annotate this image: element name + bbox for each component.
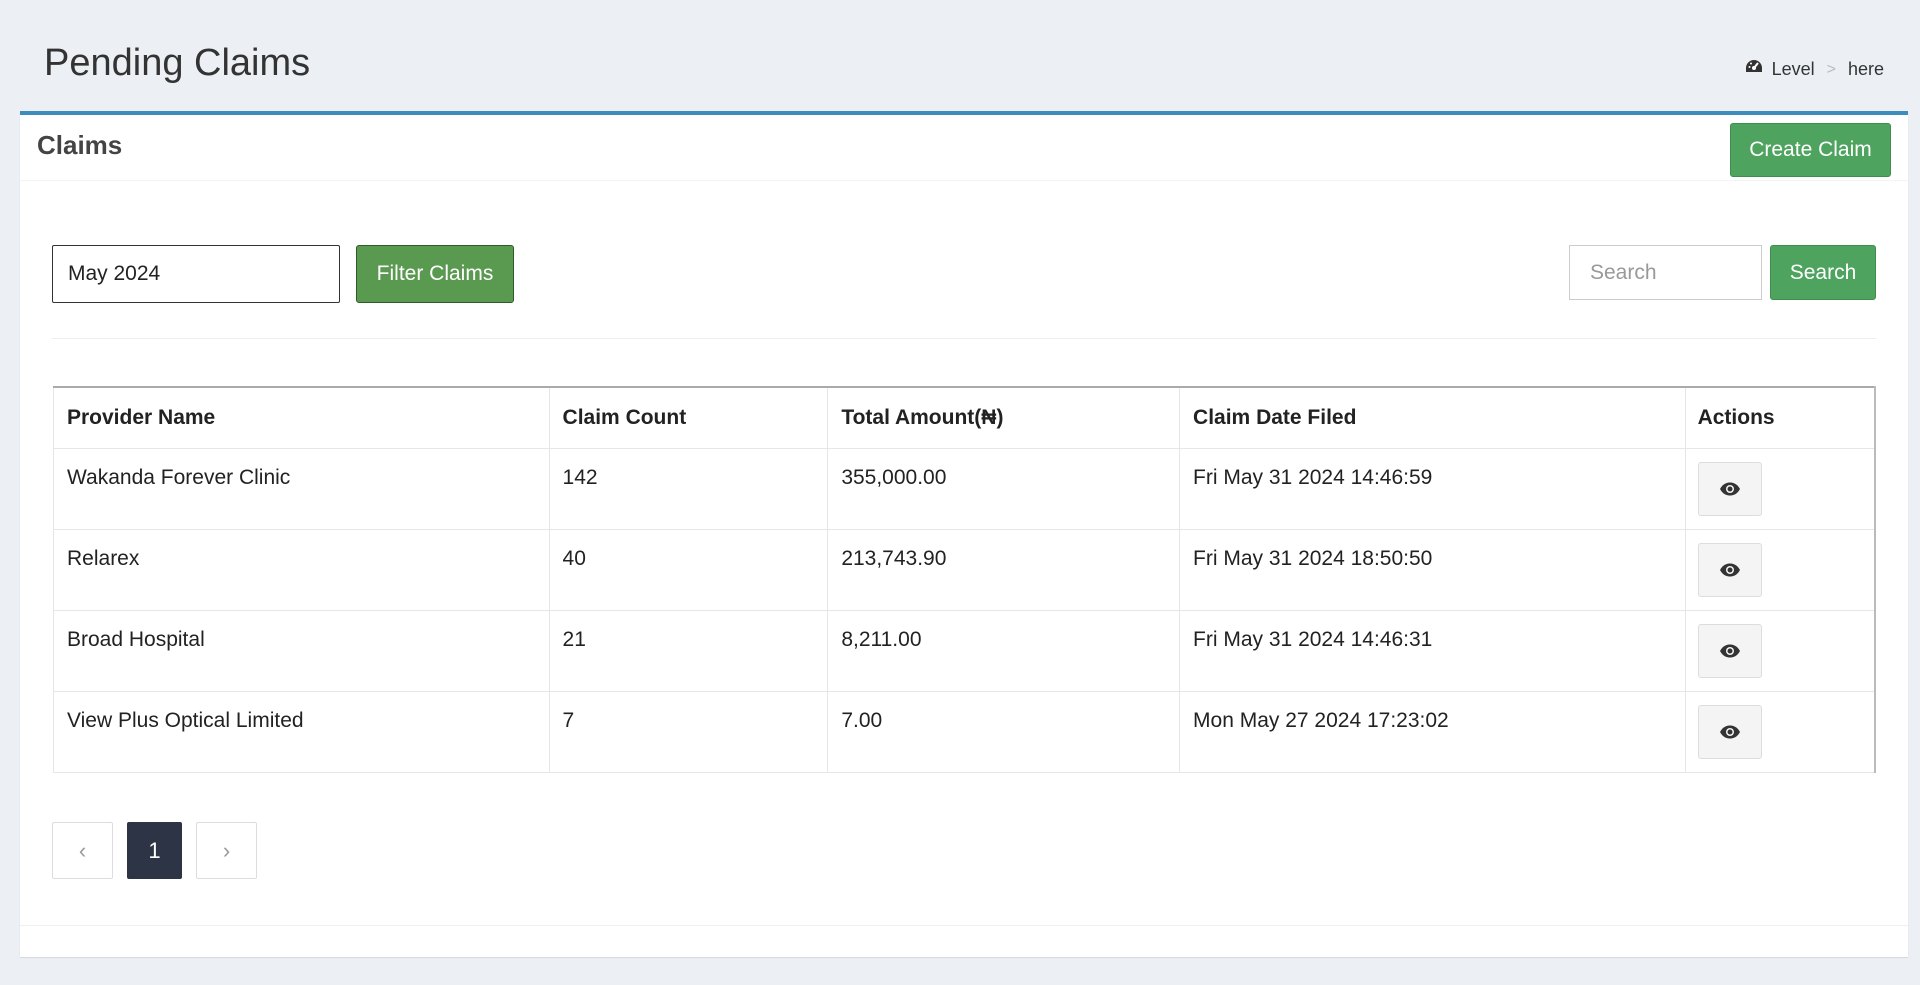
table-row: View Plus Optical Limited 7 7.00 Mon May… (53, 690, 1876, 773)
column-header-claim-count[interactable]: Claim Count (548, 386, 829, 449)
provider-name-cell: View Plus Optical Limited (53, 690, 550, 773)
view-claim-button[interactable] (1697, 461, 1762, 516)
page-1-button[interactable]: 1 (127, 822, 182, 879)
claims-box: Claims Create Claim Filter Claims Search… (20, 111, 1908, 957)
eye-icon (1719, 725, 1740, 738)
table-row: Relarex 40 213,743.90 Fri May 31 2024 18… (53, 528, 1876, 611)
column-header-claim-date[interactable]: Claim Date Filed (1179, 386, 1686, 449)
table-row: Broad Hospital 21 8,211.00 Fri May 31 20… (53, 609, 1876, 692)
claim-count-cell: 7 (548, 690, 829, 773)
provider-name-cell: Wakanda Forever Clinic (53, 447, 550, 530)
chevron-right-icon: › (222, 837, 231, 863)
claim-date-cell: Fri May 31 2024 18:50:50 (1179, 528, 1686, 611)
box-header: Claims Create Claim (20, 115, 1908, 181)
breadcrumb-separator: > (1826, 60, 1836, 78)
filter-claims-button[interactable]: Filter Claims (356, 245, 514, 303)
claim-date-cell: Fri May 31 2024 14:46:59 (1179, 447, 1686, 530)
provider-name-cell: Relarex (53, 528, 550, 611)
create-claim-button[interactable]: Create Claim (1730, 123, 1891, 177)
pagination: ‹ 1 › (52, 822, 257, 879)
actions-cell (1684, 447, 1876, 530)
actions-cell (1684, 690, 1876, 773)
dashboard-icon (1744, 58, 1764, 81)
next-page-button[interactable]: › (196, 822, 257, 879)
total-amount-cell: 7.00 (827, 690, 1181, 773)
search-input[interactable] (1569, 245, 1762, 300)
column-header-total-amount[interactable]: Total Amount(₦) (827, 386, 1181, 449)
total-amount-cell: 355,000.00 (827, 447, 1181, 530)
box-footer (20, 925, 1908, 926)
table-row: Wakanda Forever Clinic 142 355,000.00 Fr… (53, 447, 1876, 530)
breadcrumb: Level > here (1744, 58, 1884, 81)
view-claim-button[interactable] (1697, 623, 1762, 678)
divider (52, 338, 1876, 339)
claim-count-cell: 21 (548, 609, 829, 692)
eye-icon (1719, 482, 1740, 495)
actions-cell (1684, 609, 1876, 692)
claim-count-cell: 142 (548, 447, 829, 530)
claim-date-cell: Mon May 27 2024 17:23:02 (1179, 690, 1686, 773)
total-amount-cell: 213,743.90 (827, 528, 1181, 611)
claims-table: Provider Name Claim Count Total Amount(₦… (53, 386, 1876, 773)
view-claim-button[interactable] (1697, 542, 1762, 597)
column-header-provider-name[interactable]: Provider Name (53, 386, 550, 449)
eye-icon (1719, 563, 1740, 576)
search-button[interactable]: Search (1770, 245, 1876, 300)
total-amount-cell: 8,211.00 (827, 609, 1181, 692)
page-title: Pending Claims (44, 42, 311, 84)
previous-page-button[interactable]: ‹ (52, 822, 113, 879)
chevron-left-icon: ‹ (78, 837, 87, 863)
box-title: Claims (37, 130, 123, 160)
view-claim-button[interactable] (1697, 704, 1762, 759)
claim-count-cell: 40 (548, 528, 829, 611)
actions-cell (1684, 528, 1876, 611)
column-header-actions: Actions (1684, 386, 1876, 449)
table-header-row: Provider Name Claim Count Total Amount(₦… (53, 386, 1876, 449)
month-filter-input[interactable] (52, 245, 340, 303)
eye-icon (1719, 644, 1740, 657)
provider-name-cell: Broad Hospital (53, 609, 550, 692)
breadcrumb-level-link[interactable]: Level (1772, 59, 1815, 80)
breadcrumb-current: here (1847, 59, 1884, 79)
claim-date-cell: Fri May 31 2024 14:46:31 (1179, 609, 1686, 692)
content-header: Pending Claims Level > here (0, 0, 1920, 111)
